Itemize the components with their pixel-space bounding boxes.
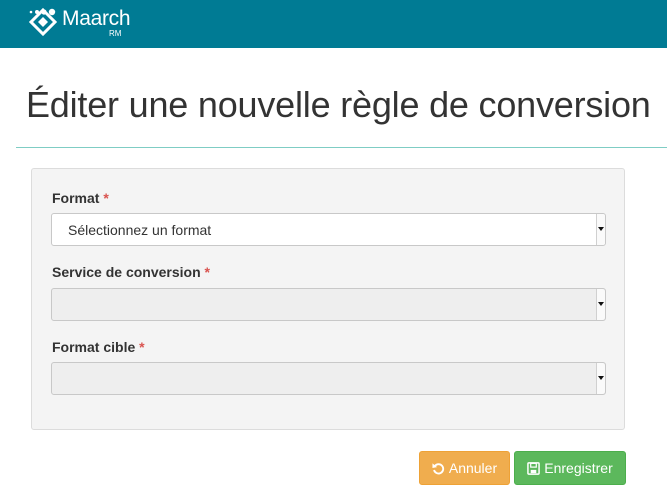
conversion-service-label-text: Service de conversion (52, 264, 201, 280)
required-marker: * (103, 190, 109, 206)
format-select-value: Sélectionnez un format (68, 222, 212, 238)
target-format-label-text: Format cible (52, 339, 136, 355)
brand-dots-icon (29, 8, 56, 16)
brand-sub: RM (109, 29, 122, 38)
chevron-down-icon (596, 289, 605, 320)
floppy-disk-icon (527, 461, 541, 475)
chevron-down-icon (596, 214, 605, 245)
save-button-label: Enregistrer (544, 460, 613, 476)
required-marker: * (139, 339, 145, 355)
conversion-service-label: Service de conversion * (52, 264, 210, 280)
cancel-button[interactable]: Annuler (419, 451, 510, 485)
format-select[interactable]: Sélectionnez un format (51, 213, 606, 246)
save-button[interactable]: Enregistrer (514, 451, 626, 485)
chevron-down-icon (596, 363, 605, 394)
target-format-label: Format cible * (52, 339, 145, 355)
target-format-select[interactable] (51, 362, 606, 395)
format-label: Format * (52, 190, 109, 206)
undo-icon (432, 462, 444, 474)
required-marker: * (204, 264, 210, 280)
brand-name: Maarch (62, 7, 131, 30)
format-label-text: Format (52, 190, 100, 206)
top-navbar: Maarch RM (0, 0, 667, 48)
conversion-rule-form: Format * Sélectionnez un format Service … (31, 168, 625, 430)
cancel-button-label: Annuler (448, 460, 498, 476)
title-divider (16, 147, 667, 148)
conversion-service-select[interactable] (51, 288, 606, 321)
maarch-logo[interactable]: Maarch RM (29, 7, 139, 42)
page-title: Éditer une nouvelle règle de conversion (26, 84, 651, 125)
